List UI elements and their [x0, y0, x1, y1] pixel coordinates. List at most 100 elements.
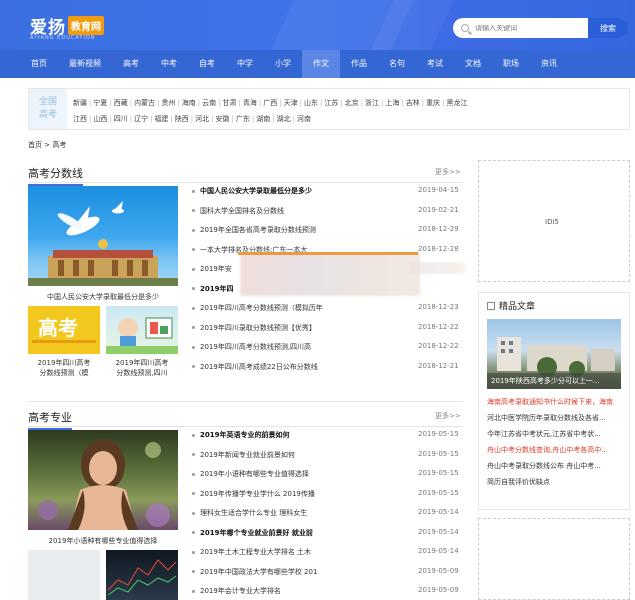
region-link[interactable]: 吉林 [406, 99, 420, 107]
article-date[interactable]: 2018-12-22 [418, 342, 459, 350]
region-link[interactable]: 甘肃 [223, 99, 237, 107]
nav-item[interactable]: 考试 [416, 50, 454, 78]
nav-item[interactable]: 中考 [150, 50, 188, 78]
region-link[interactable]: 重庆 [426, 99, 440, 107]
region-link[interactable]: 辽宁 [134, 115, 148, 123]
breadcrumb-current[interactable]: 高考 [52, 141, 66, 149]
featured-link[interactable]: 海南高考录取通知书什么时候下来，海南 [487, 397, 630, 407]
thumbnail-caption[interactable]: 2019年小语种有哪些专业值得选择 [28, 536, 178, 546]
article-link[interactable]: 2019年传播学专业学什么 2019传播 [192, 489, 315, 499]
region-link[interactable]: 云南 [202, 99, 216, 107]
nav-item[interactable]: 自考 [188, 50, 226, 78]
article-thumbnail[interactable] [28, 430, 178, 530]
region-link[interactable]: 河南 [297, 115, 311, 123]
nav-item[interactable]: 名句 [378, 50, 416, 78]
region-link[interactable]: 江苏 [324, 99, 338, 107]
article-link[interactable]: 2019年四川高考分数线预测（模拟历年 [192, 303, 323, 313]
search-input[interactable] [475, 24, 575, 32]
region-link[interactable]: 湖南 [256, 115, 270, 123]
article-date[interactable]: 2019-05-15 [418, 430, 459, 438]
region-link[interactable]: 宁夏 [93, 99, 107, 107]
region-link[interactable]: 江西 [73, 115, 87, 123]
article-date[interactable]: 2019-05-09 [418, 586, 459, 594]
article-link[interactable]: 2019年小语种有哪些专业值得选择 [192, 469, 309, 479]
nav-item[interactable]: 高考 [112, 50, 150, 78]
region-link[interactable]: 河北 [195, 115, 209, 123]
site-logo[interactable]: 爱扬 教育网 [30, 13, 104, 38]
nav-item[interactable]: 文档 [454, 50, 492, 78]
region-link[interactable]: 四川 [114, 115, 128, 123]
article-thumbnail[interactable] [106, 550, 178, 600]
region-link[interactable]: 浙江 [365, 99, 379, 107]
article-link[interactable]: 2019年会计专业大学排名 [192, 586, 281, 596]
article-date[interactable]: 2019-02-21 [418, 206, 459, 214]
featured-link[interactable]: 舟山中考录取分数线公布 舟山中考... [487, 461, 630, 471]
more-link[interactable]: 更多>> [435, 167, 461, 177]
article-thumbnail[interactable] [28, 186, 178, 286]
article-link[interactable]: 理科女生适合学什么专业 理科女生 [192, 508, 307, 518]
nav-item[interactable]: 职场 [492, 50, 530, 78]
article-date[interactable]: 2019-05-14 [418, 508, 459, 516]
nav-item[interactable]: 作文 [302, 50, 340, 78]
article-date[interactable]: 2019-05-14 [418, 528, 459, 536]
region-link[interactable]: 内蒙古 [134, 99, 155, 107]
article-link[interactable]: 国科大学全国排名及分数线 [192, 206, 284, 216]
search-button[interactable]: 搜索 [588, 18, 628, 38]
article-link[interactable]: 2019年哪个专业就业前景好 就业前 [192, 528, 313, 538]
article-link[interactable]: 2019年安 [192, 264, 232, 274]
region-link[interactable]: 西藏 [114, 99, 128, 107]
article-thumbnail[interactable]: 高考 [28, 306, 100, 354]
region-link[interactable]: 北京 [345, 99, 359, 107]
region-link[interactable]: 新疆 [73, 99, 87, 107]
article-link[interactable]: 2019年中国政法大学有哪些学校 201 [192, 567, 317, 577]
article-date[interactable]: 2019-05-15 [418, 469, 459, 477]
region-link[interactable]: 海南 [182, 99, 196, 107]
article-thumbnail[interactable] [106, 306, 178, 354]
region-link[interactable]: 福建 [154, 115, 168, 123]
article-date[interactable]: 2019-05-14 [418, 547, 459, 555]
nav-item[interactable]: 小学 [264, 50, 302, 78]
featured-link[interactable]: 今年江苏省中考状元,江苏省中考状... [487, 429, 630, 439]
featured-thumbnail[interactable]: 2019年陕西高考多少分可以上一... [487, 319, 621, 389]
article-link[interactable]: 2019年全国各省高考录取分数线预测 [192, 225, 316, 235]
region-link[interactable]: 广东 [236, 115, 250, 123]
article-link[interactable]: 中国人民公安大学录取最低分是多少 [192, 186, 312, 196]
region-link[interactable]: 安徽 [216, 115, 230, 123]
ad-box[interactable]: IDi5 [478, 160, 630, 282]
thumbnail-caption[interactable]: 中国人民公安大学录取最低分是多少 [28, 292, 178, 302]
article-date[interactable]: 2018-12-23 [418, 303, 459, 311]
nav-item[interactable]: 首页 [20, 50, 58, 78]
article-link[interactable]: 2019年四川高考分数线预测,四川高 [192, 342, 311, 352]
region-link[interactable]: 陕西 [175, 115, 189, 123]
article-link[interactable]: 2019年新闻专业就业前景如何 [192, 450, 295, 460]
region-link[interactable]: 上海 [385, 99, 399, 107]
thumbnail-caption[interactable]: 2019年四川高考 分数线预测,四川 [106, 358, 178, 378]
breadcrumb-home[interactable]: 首页 [28, 141, 42, 149]
article-date[interactable]: 2018-12-28 [418, 245, 459, 253]
article-link[interactable]: 2019年四 [192, 284, 233, 294]
article-date[interactable]: 2018-12-21 [418, 362, 459, 370]
region-link[interactable]: 天津 [284, 99, 298, 107]
article-link[interactable]: 2019年英语专业的前景如何 [192, 430, 289, 440]
article-thumbnail[interactable] [28, 550, 100, 600]
article-link[interactable]: 2019年四川录取分数线预测【优秀】 [192, 323, 316, 333]
region-link[interactable]: 青海 [243, 99, 257, 107]
article-link[interactable]: 2019年四川高考成绩22日公布分数线 [192, 362, 318, 372]
ad-box[interactable] [478, 518, 630, 600]
region-link[interactable]: 山东 [304, 99, 318, 107]
nav-item[interactable]: 中学 [226, 50, 264, 78]
featured-link[interactable]: 舟山中考分数线查询,舟山中考各高中... [487, 445, 630, 455]
featured-link[interactable]: 简历自我评价优缺点 [487, 477, 630, 487]
article-date[interactable]: 2019-05-15 [418, 489, 459, 497]
article-date[interactable]: 2019-05-09 [418, 567, 459, 575]
region-link[interactable]: 黑龙江 [446, 99, 467, 107]
article-date[interactable]: 2018-12-29 [418, 225, 459, 233]
region-link[interactable]: 湖北 [277, 115, 291, 123]
article-date[interactable]: 2019-05-15 [418, 450, 459, 458]
thumbnail-caption[interactable]: 2019年四川高考 分数线预测（模 [28, 358, 100, 378]
region-link[interactable]: 广西 [263, 99, 277, 107]
region-link[interactable]: 贵州 [161, 99, 175, 107]
featured-link[interactable]: 河北中医学院历年录取分数线及各省... [487, 413, 630, 423]
nav-item[interactable]: 资讯 [530, 50, 568, 78]
nav-item[interactable]: 作品 [340, 50, 378, 78]
